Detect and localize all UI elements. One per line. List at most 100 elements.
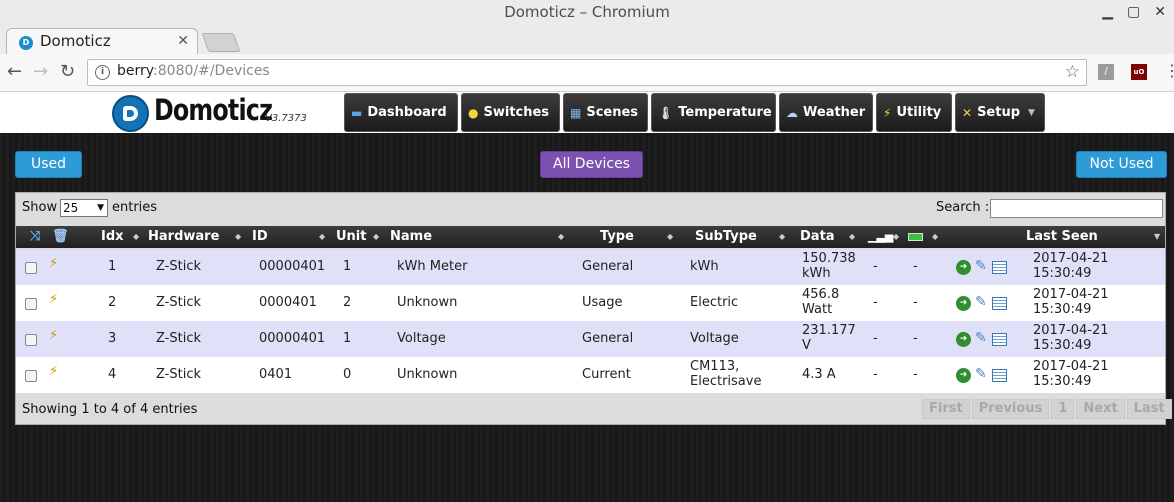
url-text: berry:8080/#/Devices: [117, 63, 270, 79]
lightning-icon: ⚡: [49, 364, 59, 379]
log-icon[interactable]: [992, 333, 1007, 346]
search-input[interactable]: [990, 199, 1163, 218]
edit-icon[interactable]: ✎: [975, 366, 987, 382]
nav-scenes[interactable]: ▦ Scenes: [563, 93, 648, 132]
data-unit: kWh: [802, 266, 831, 281]
col-unit[interactable]: Unit: [336, 226, 366, 248]
col-name[interactable]: Name: [390, 226, 432, 248]
lightning-icon: ⚡: [883, 105, 892, 120]
col-data[interactable]: Data: [800, 226, 835, 248]
window-titlebar: Domoticz – Chromium ▁ ▢ ✕: [0, 0, 1174, 24]
battery-icon[interactable]: [908, 226, 923, 248]
cell-idx: 1: [108, 259, 117, 274]
entries-length-select[interactable]: 25 ▼: [60, 199, 108, 217]
cell-unit: 0: [343, 367, 352, 382]
arrow-right-icon[interactable]: ➜: [956, 296, 971, 311]
col-last-seen[interactable]: Last Seen: [1026, 226, 1098, 248]
signal-icon[interactable]: ▁▃▅: [868, 226, 893, 248]
close-window-icon[interactable]: ✕: [1154, 4, 1166, 20]
cell-id: 0000401: [259, 295, 317, 310]
forward-icon[interactable]: →: [33, 61, 48, 82]
shuffle-icon[interactable]: ⤨: [30, 226, 40, 248]
domoticz-logo-icon: [112, 95, 149, 132]
browser-menu-icon[interactable]: ⋮: [1164, 61, 1174, 80]
extension-icon[interactable]: /: [1098, 64, 1114, 80]
cell-signal: -: [873, 259, 878, 274]
row-checkbox[interactable]: [25, 370, 37, 382]
nav-label: Weather: [803, 105, 866, 120]
cell-last-seen: 2017-04-21 15:30:49: [1033, 287, 1109, 317]
back-icon[interactable]: ←: [7, 61, 22, 82]
browser-toolbar: ← → ↻ i berry:8080/#/Devices ☆: [0, 54, 1174, 92]
reload-icon[interactable]: ↻: [60, 61, 75, 82]
used-filter-button[interactable]: Used: [15, 151, 82, 178]
arrow-right-icon[interactable]: ➜: [956, 332, 971, 347]
browser-tab[interactable]: D Domoticz ✕: [6, 28, 198, 55]
data-value: 456.8: [802, 287, 840, 302]
chevron-down-icon: ▼: [97, 203, 104, 213]
table-row: ⚡ 4 Z-Stick 0401 0 Unknown Current CM113…: [16, 357, 1165, 393]
cell-hardware: Z-Stick: [156, 295, 202, 310]
pager-next[interactable]: Next: [1076, 399, 1125, 419]
url-path: :8080/#/Devices: [153, 63, 270, 79]
row-checkbox[interactable]: [25, 334, 37, 346]
pager-page-1[interactable]: 1: [1051, 399, 1075, 419]
row-checkbox[interactable]: [25, 262, 37, 274]
site-info-icon[interactable]: i: [95, 65, 110, 80]
nav-utility[interactable]: ⚡ Utility: [876, 93, 952, 132]
col-type[interactable]: Type: [600, 226, 634, 248]
col-idx[interactable]: Idx: [101, 226, 124, 248]
trash-icon[interactable]: 🗑: [52, 226, 69, 248]
cell-last-seen: 2017-04-21 15:30:49: [1033, 323, 1109, 353]
minimize-icon[interactable]: ▁: [1102, 4, 1113, 20]
cell-type: Current: [582, 367, 631, 382]
nav-weather[interactable]: ☁ Weather: [779, 93, 873, 132]
domoticz-favicon-icon: D: [19, 36, 33, 50]
tab-close-icon[interactable]: ✕: [177, 33, 189, 49]
log-icon[interactable]: [992, 369, 1007, 382]
col-hardware[interactable]: Hardware: [148, 226, 219, 248]
nav-temperature[interactable]: 🌡 Temperature: [651, 93, 776, 132]
cell-id: 00000401: [259, 259, 326, 274]
edit-icon[interactable]: ✎: [975, 330, 987, 346]
pagination: First Previous 1 Next Last: [922, 399, 1172, 419]
pager-first[interactable]: First: [922, 399, 970, 419]
log-icon[interactable]: [992, 297, 1007, 310]
nav-switches[interactable]: ● Switches: [461, 93, 560, 132]
log-icon[interactable]: [992, 261, 1007, 274]
nav-dashboard[interactable]: ▬ Dashboard: [344, 93, 458, 132]
sort-icon: ◆: [133, 232, 140, 241]
cell-signal: -: [873, 331, 878, 346]
sort-icon: ◆: [558, 232, 565, 241]
edit-icon[interactable]: ✎: [975, 258, 987, 274]
row-checkbox[interactable]: [25, 298, 37, 310]
cell-subtype: CM113, Electrisave: [690, 359, 761, 389]
arrow-right-icon[interactable]: ➜: [956, 368, 971, 383]
pager-previous[interactable]: Previous: [971, 399, 1050, 419]
address-bar[interactable]: i berry:8080/#/Devices ☆: [87, 59, 1087, 86]
cell-idx: 2: [108, 295, 117, 310]
sort-icon: ◆: [319, 232, 326, 241]
ublock-icon[interactable]: uO: [1131, 64, 1147, 80]
not-used-filter-button[interactable]: Not Used: [1076, 151, 1167, 178]
cell-name: Unknown: [397, 295, 458, 310]
tab-strip: D Domoticz ✕: [0, 24, 1174, 55]
bookmark-star-icon[interactable]: ☆: [1065, 62, 1080, 82]
nav-setup[interactable]: ✕ Setup ▼: [955, 93, 1045, 132]
all-devices-filter-button[interactable]: All Devices: [540, 151, 643, 178]
arrow-right-icon[interactable]: ➜: [956, 260, 971, 275]
new-tab-button[interactable]: [201, 33, 241, 52]
maximize-icon[interactable]: ▢: [1127, 4, 1140, 20]
pager-last[interactable]: Last: [1126, 399, 1172, 419]
col-subtype[interactable]: SubType: [695, 226, 757, 248]
last-seen-date: 2017-04-21: [1033, 359, 1109, 374]
cell-idx: 3: [108, 331, 117, 346]
nav-label: Scenes: [586, 105, 639, 120]
sort-desc-icon: ▼: [1154, 232, 1161, 241]
edit-icon[interactable]: ✎: [975, 294, 987, 310]
lightning-icon: ⚡: [49, 328, 59, 343]
cell-unit: 1: [343, 259, 352, 274]
cell-subtype: Voltage: [690, 331, 739, 346]
col-id[interactable]: ID: [252, 226, 268, 248]
cell-id: 00000401: [259, 331, 326, 346]
